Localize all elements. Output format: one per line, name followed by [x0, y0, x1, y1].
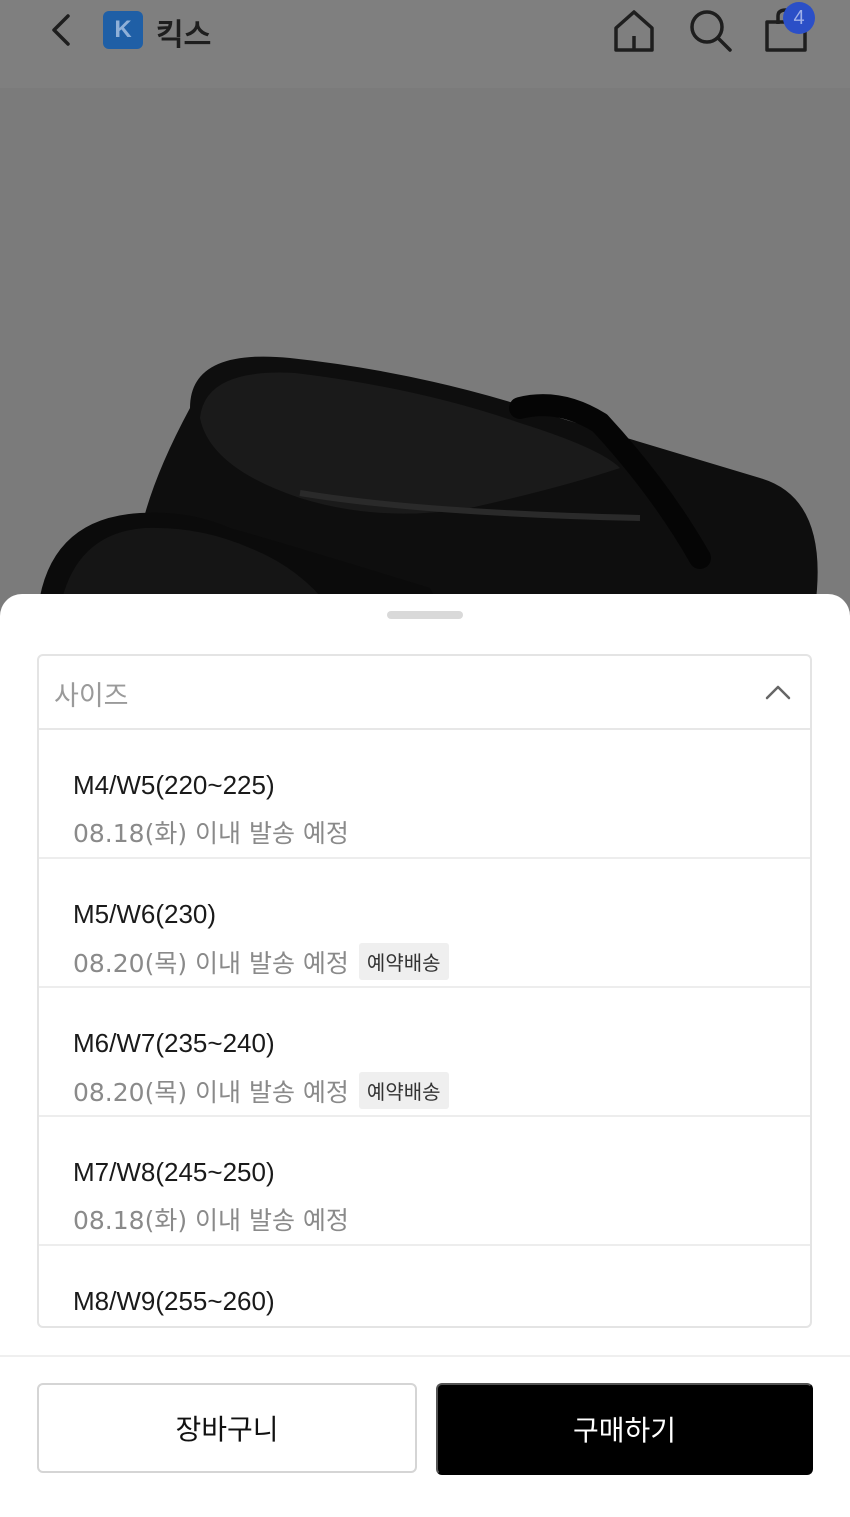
size-select-header[interactable]: 사이즈 [39, 656, 810, 730]
size-option-label: M8/W9(255~260) [73, 1286, 275, 1316]
size-option-label: M4/W5(220~225) [73, 770, 275, 800]
size-option-list: M4/W5(220~225) 08.18(화) 이내 발송 예정 M5/W6(2… [39, 730, 810, 1326]
top-header: K 킥스 4 [0, 0, 850, 88]
cart-count-badge: 4 [783, 2, 815, 34]
shipping-date: 08.18(화) 이내 발송 예정 [73, 1206, 349, 1235]
shipping-date: 08.20(목) 이내 발송 예정 [73, 1077, 349, 1107]
size-option-label: M6/W7(235~240) [73, 1028, 275, 1058]
shipping-info: 08.20(목) 이내 발송 예정 예약배송 [73, 943, 449, 980]
sheet-divider [0, 1355, 850, 1357]
option-bottom-sheet: 사이즈 M4/W5(220~225) 08.18(화) 이내 발송 예정 M5/… [0, 594, 850, 1517]
back-icon[interactable] [44, 10, 78, 50]
size-option[interactable]: M4/W5(220~225) 08.18(화) 이내 발송 예정 [39, 730, 810, 859]
shipping-date: 08.18(화) 이내 발송 예정 [73, 819, 349, 848]
size-option[interactable]: M5/W6(230) 08.20(목) 이내 발송 예정 예약배송 [39, 859, 810, 988]
size-option[interactable]: M6/W7(235~240) 08.20(목) 이내 발송 예정 예약배송 [39, 988, 810, 1117]
product-image [0, 88, 850, 608]
size-option[interactable]: M7/W8(245~250) 08.18(화) 이내 발송 예정 [39, 1117, 810, 1246]
sheet-drag-handle[interactable] [387, 611, 463, 619]
size-option[interactable]: M8/W9(255~260) [39, 1246, 810, 1326]
add-to-cart-button[interactable]: 장바구니 [37, 1383, 417, 1473]
reservation-tag: 예약배송 [358, 943, 449, 980]
reservation-tag: 예약배송 [358, 1072, 449, 1109]
shipping-date: 08.20(목) 이내 발송 예정 [73, 948, 349, 978]
shipping-info: 08.18(화) 이내 발송 예정 [73, 814, 349, 850]
chevron-up-icon[interactable] [764, 680, 792, 704]
buy-now-button[interactable]: 구매하기 [436, 1383, 813, 1475]
shipping-info: 08.20(목) 이내 발송 예정 예약배송 [73, 1072, 449, 1109]
brand-logo[interactable]: K [103, 11, 143, 49]
sandal-image [38, 356, 818, 608]
size-select-dropdown[interactable]: 사이즈 M4/W5(220~225) 08.18(화) 이내 발송 예정 M5/… [37, 654, 812, 1328]
home-icon[interactable] [610, 6, 658, 54]
shipping-info: 08.18(화) 이내 발송 예정 [73, 1201, 349, 1237]
size-option-label: M5/W6(230) [73, 899, 217, 929]
brand-name[interactable]: 킥스 [156, 10, 211, 54]
search-icon[interactable] [686, 6, 734, 54]
size-select-label: 사이즈 [54, 681, 129, 712]
size-option-label: M7/W8(245~250) [73, 1157, 275, 1187]
